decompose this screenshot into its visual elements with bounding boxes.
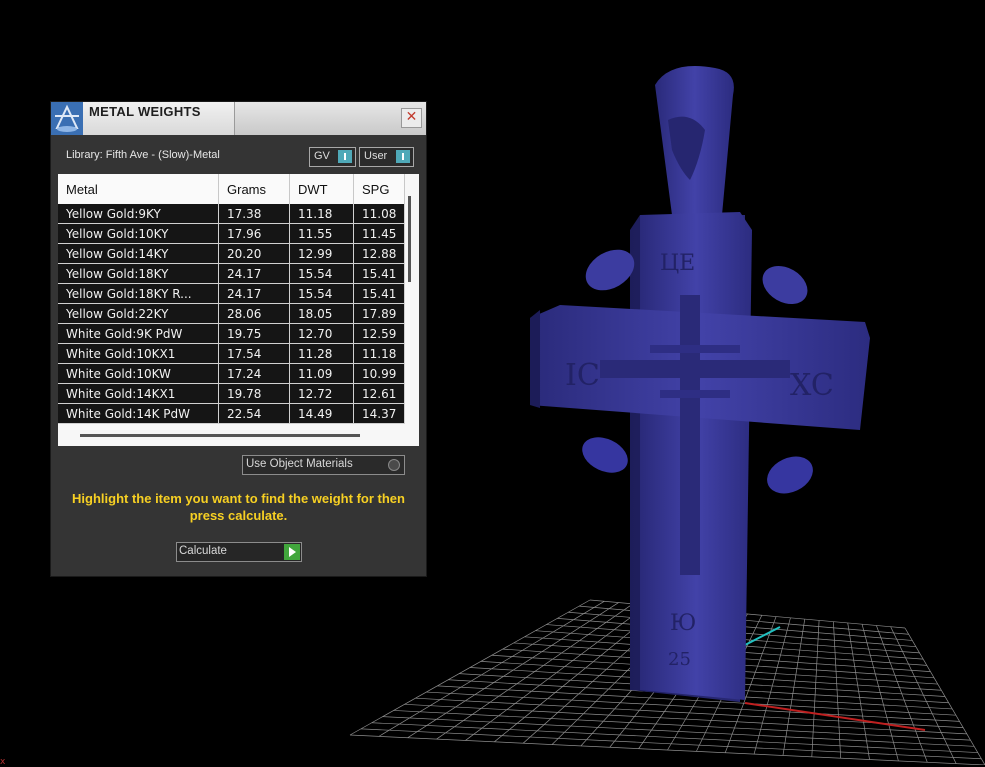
cell-spg: 10.99: [353, 363, 405, 384]
cell-metal: Yellow Gold:18KY: [58, 263, 219, 284]
cell-spg: 11.18: [353, 343, 405, 364]
use-object-materials-label: Use Object Materials: [246, 458, 353, 470]
cell-dwt: 15.54: [289, 263, 354, 284]
close-icon: ✕: [405, 109, 418, 125]
table-row[interactable]: White Gold:10KX1 17.54 11.28 11.18: [58, 343, 405, 364]
cell-spg: 15.41: [353, 263, 405, 284]
table-row[interactable]: Yellow Gold:18KY R... 24.17 15.54 15.41: [58, 283, 405, 304]
column-header-spg[interactable]: SPG: [353, 174, 405, 204]
cell-spg: 14.37: [353, 403, 405, 424]
table-row[interactable]: Yellow Gold:22KY 28.06 18.05 17.89: [58, 303, 405, 324]
hint-text: Highlight the item you want to find the …: [72, 491, 405, 523]
y-axis: [744, 626, 781, 646]
cell-dwt: 12.72: [289, 383, 354, 404]
cell-metal: Yellow Gold:22KY: [58, 303, 219, 324]
toggle-on-icon: [338, 150, 352, 163]
corner-glyph: x: [0, 757, 6, 767]
play-icon: [284, 544, 300, 560]
cell-dwt: 11.28: [289, 343, 354, 364]
use-object-materials-toggle[interactable]: Use Object Materials: [242, 455, 405, 475]
cell-metal: White Gold:14KX1: [58, 383, 219, 404]
cell-spg: 17.89: [353, 303, 405, 324]
table-row[interactable]: Yellow Gold:9KY 17.38 11.18 11.08: [58, 204, 405, 224]
cell-grams: 28.06: [218, 303, 290, 324]
table-row[interactable]: Yellow Gold:14KY 20.20 12.99 12.88: [58, 243, 405, 264]
radio-circle-icon: [388, 459, 400, 471]
horizontal-scrollbar[interactable]: [80, 434, 360, 437]
cell-metal: White Gold:14K PdW: [58, 403, 219, 424]
user-toggle-label: User: [364, 150, 388, 162]
svg-text:25: 25: [668, 649, 691, 670]
column-header-dwt[interactable]: DWT: [289, 174, 354, 204]
table-row[interactable]: White Gold:9K PdW 19.75 12.70 12.59: [58, 323, 405, 344]
cell-spg: 12.61: [353, 383, 405, 404]
table-row[interactable]: White Gold:14KX1 19.78 12.72 12.61: [58, 383, 405, 404]
column-header-grams[interactable]: Grams: [218, 174, 290, 204]
column-header-metal[interactable]: Metal: [58, 174, 219, 204]
cell-grams: 17.24: [218, 363, 290, 384]
cell-grams: 22.54: [218, 403, 290, 424]
metal-weights-panel: METAL WEIGHTS ✕ Library: Fifth Ave - (Sl…: [51, 102, 426, 576]
gv-toggle-label: GV: [314, 150, 330, 162]
title-tab: METAL WEIGHTS: [51, 102, 235, 135]
table-row[interactable]: Yellow Gold:18KY 24.17 15.54 15.41: [58, 263, 405, 284]
scale-logo-icon: [51, 102, 83, 135]
cell-dwt: 14.49: [289, 403, 354, 424]
cell-spg: 12.59: [353, 323, 405, 344]
cell-grams: 19.75: [218, 323, 290, 344]
cell-grams: 17.54: [218, 343, 290, 364]
svg-text:XC: XC: [790, 368, 834, 403]
library-label: Library: Fifth Ave - (Slow)-Metal: [66, 149, 220, 161]
table-header-row: Metal Grams DWT SPG: [58, 174, 405, 204]
cell-spg: 15.41: [353, 283, 405, 304]
svg-text:ЦЕ: ЦЕ: [660, 251, 695, 276]
x-axis: [744, 702, 926, 731]
gv-toggle[interactable]: GV: [309, 147, 356, 167]
cell-dwt: 11.18: [289, 204, 354, 224]
calculate-label: Calculate: [179, 545, 227, 557]
cell-metal: Yellow Gold:9KY: [58, 204, 219, 224]
cell-metal: White Gold:10KW: [58, 363, 219, 384]
vertical-scrollbar[interactable]: [408, 196, 411, 282]
cell-dwt: 11.09: [289, 363, 354, 384]
metal-table[interactable]: Metal Grams DWT SPG Yellow Gold:9KY 17.38…: [58, 174, 419, 446]
close-button[interactable]: ✕: [401, 108, 422, 128]
table-row[interactable]: Yellow Gold:10KY 17.96 11.55 11.45: [58, 223, 405, 244]
cell-grams: 20.20: [218, 243, 290, 264]
cell-spg: 11.45: [353, 223, 405, 244]
cell-grams: 19.78: [218, 383, 290, 404]
cell-grams: 24.17: [218, 283, 290, 304]
title-bar[interactable]: METAL WEIGHTS ✕: [51, 102, 426, 135]
table-row[interactable]: White Gold:14K PdW 22.54 14.49 14.37: [58, 403, 405, 424]
cell-metal: Yellow Gold:10KY: [58, 223, 219, 244]
cell-metal: Yellow Gold:18KY R...: [58, 283, 219, 304]
table-row[interactable]: White Gold:10KW 17.24 11.09 10.99: [58, 363, 405, 384]
cell-dwt: 12.99: [289, 243, 354, 264]
cell-grams: 24.17: [218, 263, 290, 284]
cell-dwt: 11.55: [289, 223, 354, 244]
svg-text:IC: IC: [565, 358, 600, 393]
cell-dwt: 18.05: [289, 303, 354, 324]
cell-dwt: 15.54: [289, 283, 354, 304]
calculate-button[interactable]: Calculate: [176, 542, 302, 562]
cell-metal: Yellow Gold:14KY: [58, 243, 219, 264]
user-toggle[interactable]: User: [359, 147, 414, 167]
panel-title: METAL WEIGHTS: [89, 104, 201, 119]
cell-grams: 17.38: [218, 204, 290, 224]
cell-spg: 11.08: [353, 204, 405, 224]
cell-spg: 12.88: [353, 243, 405, 264]
cell-metal: White Gold:10KX1: [58, 343, 219, 364]
cell-dwt: 12.70: [289, 323, 354, 344]
cell-grams: 17.96: [218, 223, 290, 244]
toggle-on-icon: [396, 150, 410, 163]
svg-text:Ю: Ю: [670, 611, 696, 636]
cell-metal: White Gold:9K PdW: [58, 323, 219, 344]
